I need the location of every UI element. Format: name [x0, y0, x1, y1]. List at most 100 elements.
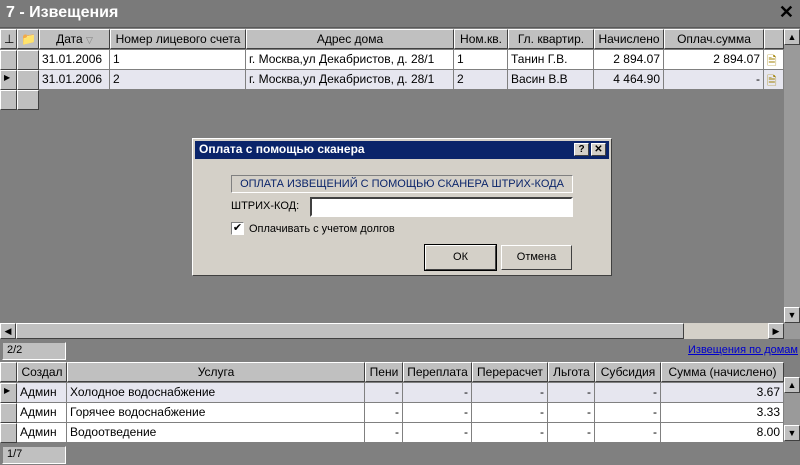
cell-owner[interactable]: Васин В.В	[508, 70, 594, 90]
header-corner[interactable]: ⊥	[0, 29, 17, 49]
cell-subsidy[interactable]: -	[595, 423, 661, 443]
dialog-title: Оплата с помощью сканера	[199, 142, 365, 156]
help-icon[interactable]: ?	[574, 143, 589, 156]
col-creator[interactable]: Создал	[17, 362, 67, 382]
cell-overpay[interactable]: -	[403, 403, 472, 423]
cell-peni[interactable]: -	[365, 423, 403, 443]
cell-charged[interactable]: 4 464.90	[594, 70, 664, 90]
cell-benefit[interactable]: -	[548, 423, 595, 443]
cell-sum[interactable]: 8.00	[661, 423, 784, 443]
col-overpay[interactable]: Переплата	[403, 362, 472, 382]
cell-date[interactable]: 31.01.2006	[39, 70, 110, 90]
col-peni[interactable]: Пени	[365, 362, 403, 382]
col-account[interactable]: Номер лицевого счета	[110, 29, 246, 49]
cell-benefit[interactable]: -	[548, 403, 595, 423]
table-row[interactable]: Админ Водоотведение - - - - - 8.00	[0, 423, 784, 443]
dialog-caption: ОПЛАТА ИЗВЕЩЕНИЙ С ПОМОЩЬЮ СКАНЕРА ШТРИХ…	[231, 175, 573, 193]
cell-service[interactable]: Горячее водоснабжение	[67, 403, 365, 423]
scroll-left-icon[interactable]: ◀	[0, 323, 16, 339]
dialog-close-icon[interactable]: ✕	[591, 143, 606, 156]
col-date[interactable]: Дата ▽	[39, 29, 110, 49]
cell-service[interactable]: Водоотведение	[67, 423, 365, 443]
cell-overpay[interactable]: -	[403, 423, 472, 443]
header-corner[interactable]	[0, 362, 17, 382]
folder-icon[interactable]: 📁	[17, 29, 39, 49]
col-sum[interactable]: Сумма (начислено)	[661, 362, 784, 382]
scroll-down-icon[interactable]: ▼	[784, 307, 800, 323]
dialog-titlebar: Оплата с помощью сканера ? ✕	[195, 141, 609, 159]
cell-creator[interactable]: Админ	[17, 383, 67, 403]
scroll-up-icon[interactable]: ▲	[784, 29, 800, 45]
cell-flat[interactable]: 2	[454, 70, 508, 90]
table-row[interactable]: 31.01.2006 1 г. Москва,ул Декабристов, д…	[0, 50, 784, 70]
current-row-arrow-icon[interactable]: ▶	[0, 383, 17, 403]
scroll-thumb[interactable]	[16, 323, 684, 339]
col-paid[interactable]: Оплач.сумма	[664, 29, 764, 49]
cell-address[interactable]: г. Москва,ул Декабристов, д. 28/1	[246, 70, 454, 90]
close-icon[interactable]: ✕	[779, 2, 794, 23]
document-icon[interactable]: 🗎	[764, 50, 784, 70]
scroll-up-icon[interactable]: ▲	[784, 377, 800, 393]
cell-benefit[interactable]: -	[548, 383, 595, 403]
cell-overpay[interactable]: -	[403, 383, 472, 403]
row-indicator-2[interactable]	[17, 90, 39, 110]
cell-paid[interactable]: 2 894.07	[664, 50, 764, 70]
table-row[interactable]: ▶ Админ Холодное водоснабжение - - - - -…	[0, 383, 784, 403]
new-row[interactable]	[0, 90, 40, 110]
services-grid: Создал Услуга Пени Переплата Перерасчет …	[0, 362, 784, 444]
col-owner[interactable]: Гл. квартир.	[508, 29, 594, 49]
cell-account[interactable]: 1	[110, 50, 246, 70]
ok-button[interactable]: ОК	[424, 244, 497, 271]
col-subsidy[interactable]: Субсидия	[595, 362, 661, 382]
cell-sum[interactable]: 3.67	[661, 383, 784, 403]
row-indicator[interactable]	[0, 423, 17, 443]
col-service[interactable]: Услуга	[67, 362, 365, 382]
table-row[interactable]: Админ Горячее водоснабжение - - - - - 3.…	[0, 403, 784, 423]
row-indicator[interactable]	[0, 90, 17, 110]
row-indicator[interactable]	[0, 403, 17, 423]
barcode-input[interactable]	[310, 197, 573, 217]
pay-debts-checkbox[interactable]: ✔	[231, 222, 244, 235]
cell-creator[interactable]: Админ	[17, 403, 67, 423]
cell-flat[interactable]: 1	[454, 50, 508, 70]
row-indicator-2[interactable]	[17, 50, 39, 70]
cell-peni[interactable]: -	[365, 403, 403, 423]
services-header: Создал Услуга Пени Переплата Перерасчет …	[0, 362, 784, 382]
vertical-scrollbar[interactable]: ▲ ▼	[784, 29, 800, 339]
table-row[interactable]: ▶ 31.01.2006 2 г. Москва,ул Декабристов,…	[0, 70, 784, 90]
cell-account[interactable]: 2	[110, 70, 246, 90]
cell-address[interactable]: г. Москва,ул Декабристов, д. 28/1	[246, 50, 454, 70]
cell-recalc[interactable]: -	[472, 403, 548, 423]
col-recalc[interactable]: Перерасчет	[472, 362, 548, 382]
scroll-right-icon[interactable]: ▶	[768, 323, 784, 339]
horizontal-scrollbar[interactable]: ◀ ▶	[0, 323, 784, 339]
col-address[interactable]: Адрес дома	[246, 29, 454, 49]
services-vscrollbar[interactable]: ▲ ▼	[784, 377, 800, 441]
document-icon[interactable]: 🗎	[764, 70, 784, 90]
grid-header: ⊥ 📁 Дата ▽ Номер лицевого счета Адрес до…	[0, 29, 784, 49]
cell-peni[interactable]: -	[365, 383, 403, 403]
col-extra[interactable]	[764, 29, 784, 49]
row-indicator-2[interactable]	[17, 70, 39, 90]
col-benefit[interactable]: Льгота	[548, 362, 595, 382]
col-flat[interactable]: Ном.кв.	[454, 29, 508, 49]
col-charged[interactable]: Начислено	[594, 29, 664, 49]
cell-service[interactable]: Холодное водоснабжение	[67, 383, 365, 403]
current-row-arrow-icon[interactable]: ▶	[0, 70, 17, 90]
cell-recalc[interactable]: -	[472, 423, 548, 443]
row-indicator[interactable]	[0, 50, 17, 70]
cancel-button[interactable]: Отмена	[501, 245, 572, 270]
notices-by-houses-link[interactable]: Извещения по домам	[688, 344, 798, 356]
cell-recalc[interactable]: -	[472, 383, 548, 403]
services-counter: 1/7	[2, 446, 66, 464]
cell-paid[interactable]: -	[664, 70, 764, 90]
cell-owner[interactable]: Танин Г.В.	[508, 50, 594, 70]
cell-date[interactable]: 31.01.2006	[39, 50, 110, 70]
cell-creator[interactable]: Админ	[17, 423, 67, 443]
cell-charged[interactable]: 2 894.07	[594, 50, 664, 70]
cell-subsidy[interactable]: -	[595, 403, 661, 423]
scroll-down-icon[interactable]: ▼	[784, 425, 800, 441]
cell-subsidy[interactable]: -	[595, 383, 661, 403]
window-titlebar: 7 - Извещения ✕	[0, 0, 800, 28]
cell-sum[interactable]: 3.33	[661, 403, 784, 423]
